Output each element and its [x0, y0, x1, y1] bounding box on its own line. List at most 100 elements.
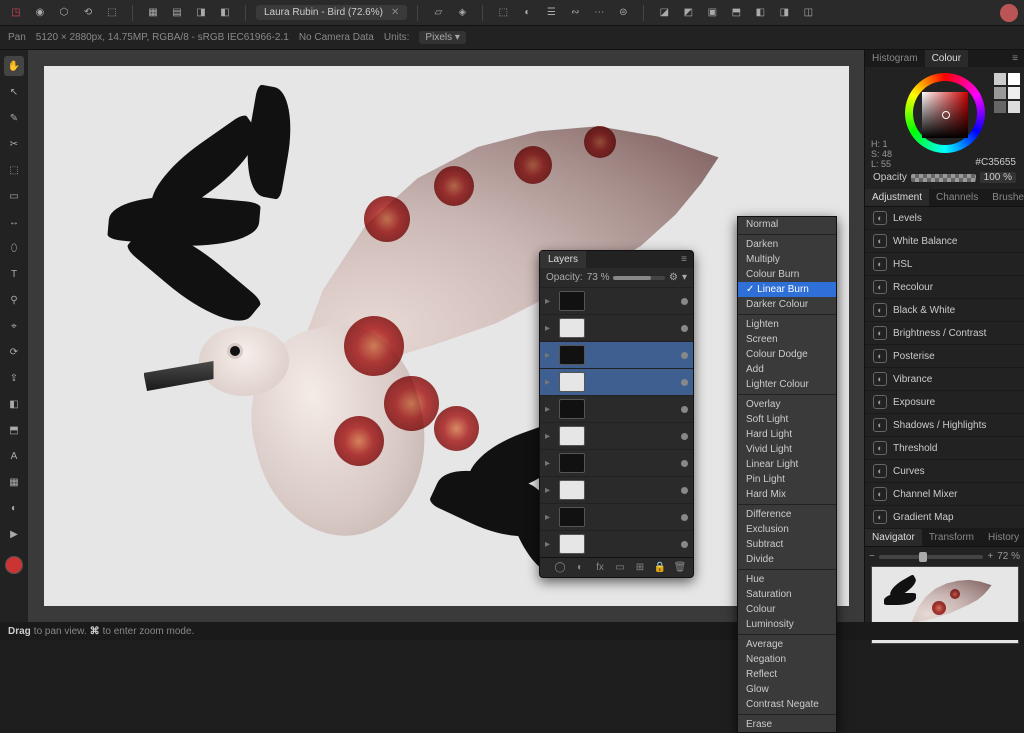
tool-2[interactable]: ✎ [4, 108, 24, 128]
snap-icon-2[interactable]: ☰ [541, 3, 561, 23]
mask-icon[interactable]: ◯ [553, 562, 567, 573]
tool-0[interactable]: ✋ [4, 56, 24, 76]
layer-row[interactable]: ▸ [540, 503, 693, 530]
blend-dropdown-icon[interactable]: ⚙ [669, 272, 678, 283]
tool-8[interactable]: T [4, 264, 24, 284]
blend-pin-light[interactable]: Pin Light [738, 472, 836, 487]
tool-5[interactable]: ▭ [4, 186, 24, 206]
snap-icon-5[interactable]: ⊜ [613, 3, 633, 23]
disclosure-icon[interactable]: ▸ [545, 296, 555, 307]
tool-15[interactable]: A [4, 446, 24, 466]
foreground-swatch[interactable] [5, 556, 23, 574]
lock-icon[interactable]: 🔒 [653, 562, 667, 573]
tool-17[interactable]: ◐ [4, 498, 24, 518]
account-avatar[interactable] [1000, 4, 1018, 22]
blend-colour-burn[interactable]: Colour Burn [738, 267, 836, 282]
blend-lighten[interactable]: Lighten [738, 317, 836, 332]
close-doc-icon[interactable]: ✕ [391, 7, 399, 18]
zoom-out-icon[interactable]: − [869, 551, 875, 562]
blend-exclusion[interactable]: Exclusion [738, 522, 836, 537]
visibility-dot[interactable] [681, 487, 688, 494]
blend-darker-colour[interactable]: Darker Colour [738, 297, 836, 312]
layer-row[interactable]: ▸ [540, 422, 693, 449]
adjustment-exposure[interactable]: ◐Exposure [865, 391, 1024, 414]
tool-13[interactable]: ◧ [4, 394, 24, 414]
persona-icon-1[interactable]: ◉ [30, 3, 50, 23]
recent-swatches[interactable] [994, 73, 1020, 113]
tab-navigator[interactable]: Navigator [865, 529, 922, 546]
panel-menu-icon[interactable]: ≡ [675, 251, 693, 268]
tab-brushes[interactable]: Brushes [985, 189, 1024, 206]
blend-glow[interactable]: Glow [738, 682, 836, 697]
adjustment-channel-mixer[interactable]: ◐Channel Mixer [865, 483, 1024, 506]
zoom-slider[interactable] [879, 555, 984, 559]
blend-darken[interactable]: Darken [738, 237, 836, 252]
blend-luminosity[interactable]: Luminosity [738, 617, 836, 632]
tool-14[interactable]: ⬒ [4, 420, 24, 440]
tab-transform[interactable]: Transform [922, 529, 981, 546]
layout-icon-1[interactable]: ▤ [167, 3, 187, 23]
disclosure-icon[interactable]: ▸ [545, 377, 555, 388]
tool-9[interactable]: ⚲ [4, 290, 24, 310]
adjustment-recolour[interactable]: ◐Recolour [865, 276, 1024, 299]
blend-negation[interactable]: Negation [738, 652, 836, 667]
persona-icon-4[interactable]: ⬚ [102, 3, 122, 23]
blend-hard-light[interactable]: Hard Light [738, 427, 836, 442]
adjustment-white-balance[interactable]: ◐White Balance [865, 230, 1024, 253]
blend-average[interactable]: Average [738, 637, 836, 652]
tab-channels[interactable]: Channels [929, 189, 985, 206]
blend-contrast-negate[interactable]: Contrast Negate [738, 697, 836, 712]
adjustment-icon[interactable]: ◐ [573, 562, 587, 573]
fx-icon[interactable]: fx [593, 562, 607, 573]
adjustment-curves[interactable]: ◐Curves [865, 460, 1024, 483]
tool-18[interactable]: ▶ [4, 524, 24, 544]
blend-colour[interactable]: Colour [738, 602, 836, 617]
disclosure-icon[interactable]: ▸ [545, 485, 555, 496]
tab-adjustment[interactable]: Adjustment [865, 189, 929, 206]
visibility-dot[interactable] [681, 433, 688, 440]
blend-subtract[interactable]: Subtract [738, 537, 836, 552]
visibility-dot[interactable] [681, 541, 688, 548]
tool-3[interactable]: ✂ [4, 134, 24, 154]
arrange-icon-1[interactable]: ◩ [678, 3, 698, 23]
blend-saturation[interactable]: Saturation [738, 587, 836, 602]
arrange-icon-6[interactable]: ◫ [798, 3, 818, 23]
layout-icon-0[interactable]: ▦ [143, 3, 163, 23]
adjustment-threshold[interactable]: ◐Threshold [865, 437, 1024, 460]
snap-icon-3[interactable]: ∾ [565, 3, 585, 23]
layer-row[interactable]: ▸ [540, 314, 693, 341]
arrange-icon-5[interactable]: ◨ [774, 3, 794, 23]
adjustment-vibrance[interactable]: ◐Vibrance [865, 368, 1024, 391]
blend-hard-mix[interactable]: Hard Mix [738, 487, 836, 502]
layer-row[interactable]: ▸ [540, 368, 693, 395]
blend-hue[interactable]: Hue [738, 572, 836, 587]
blend-linear-light[interactable]: Linear Light [738, 457, 836, 472]
tool-11[interactable]: ⟳ [4, 342, 24, 362]
adjustment-hsl[interactable]: ◐HSL [865, 253, 1024, 276]
layer-row[interactable]: ▸ [540, 530, 693, 557]
disclosure-icon[interactable]: ▸ [545, 431, 555, 442]
blend-add[interactable]: Add [738, 362, 836, 377]
blend-difference[interactable]: Difference [738, 507, 836, 522]
disclosure-icon[interactable]: ▸ [545, 323, 555, 334]
layer-row[interactable]: ▸ [540, 341, 693, 368]
group-icon[interactable]: ▭ [613, 562, 627, 573]
layer-row[interactable]: ▸ [540, 287, 693, 314]
blend-reflect[interactable]: Reflect [738, 667, 836, 682]
tab-histogram[interactable]: Histogram [865, 50, 925, 67]
blend-soft-light[interactable]: Soft Light [738, 412, 836, 427]
visibility-dot[interactable] [681, 460, 688, 467]
panel-menu-icon[interactable]: ≡ [1006, 50, 1024, 67]
persona-icon-3[interactable]: ⟲ [78, 3, 98, 23]
tool-7[interactable]: ⬯ [4, 238, 24, 258]
blend-colour-dodge[interactable]: Colour Dodge [738, 347, 836, 362]
zoom-in-icon[interactable]: + [987, 551, 993, 562]
colour-opacity-slider[interactable] [911, 174, 976, 182]
arrange-icon-4[interactable]: ◧ [750, 3, 770, 23]
blend-normal[interactable]: Normal [738, 217, 836, 232]
layer-fx-icon[interactable]: ▾ [682, 272, 687, 283]
adjustment-shadows-highlights[interactable]: ◐Shadows / Highlights [865, 414, 1024, 437]
tool-10[interactable]: ⌖ [4, 316, 24, 336]
add-layer-icon[interactable]: ⊞ [633, 562, 647, 573]
disclosure-icon[interactable]: ▸ [545, 350, 555, 361]
